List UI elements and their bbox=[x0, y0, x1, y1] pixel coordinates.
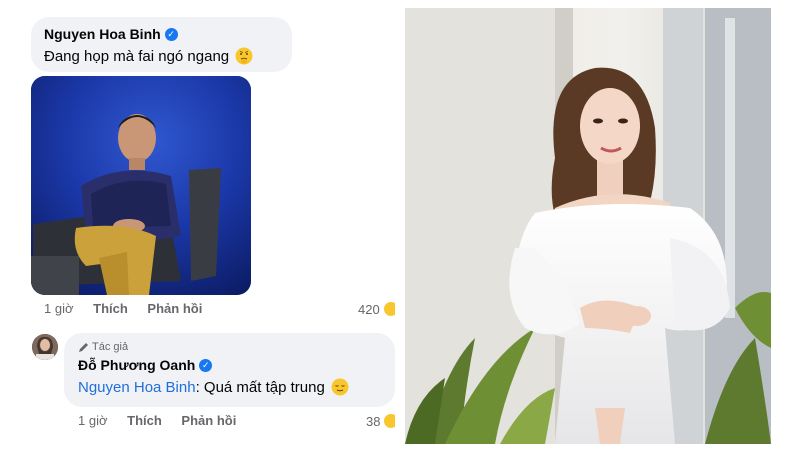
comment-author-name[interactable]: Nguyen Hoa Binh bbox=[44, 26, 161, 42]
reply-actions: 1 giờ Thích Phản hồi bbox=[78, 413, 252, 428]
comment-author[interactable]: Nguyen Hoa Binh ✓ bbox=[44, 26, 178, 42]
like-button[interactable]: Thích bbox=[93, 301, 128, 316]
author-badge-label: Tác giả bbox=[92, 341, 129, 353]
comment-text: Đang họp mà fai ngó ngang bbox=[44, 47, 253, 65]
avatar-image bbox=[32, 334, 58, 360]
reply-like-button[interactable]: Thích bbox=[127, 413, 162, 428]
comment-actions: 1 giờ Thích Phản hồi bbox=[44, 301, 218, 316]
reply-body: : Quá mất tập trung bbox=[195, 378, 325, 396]
comment-bubble: Nguyen Hoa Binh ✓ Đang họp mà fai ngó ng… bbox=[31, 17, 292, 72]
comment-photo[interactable] bbox=[31, 76, 251, 295]
reply-text: Nguyen Hoa Binh: Quá mất tập trung bbox=[78, 378, 349, 396]
reply-reaction-summary[interactable]: 38 bbox=[366, 413, 396, 429]
reaction-emoji-icon bbox=[383, 302, 395, 316]
reply-reply-button[interactable]: Phản hồi bbox=[181, 413, 236, 428]
reaction-emoji-icon bbox=[384, 414, 396, 428]
thinking-emoji-icon bbox=[235, 47, 253, 65]
reply-author-name[interactable]: Đỗ Phương Oanh bbox=[78, 357, 195, 373]
reply-button[interactable]: Phản hồi bbox=[147, 301, 202, 316]
reaction-count: 420 bbox=[358, 301, 380, 317]
comment-body: Đang họp mà fai ngó ngang bbox=[44, 47, 230, 65]
reaction-summary[interactable]: 420 bbox=[358, 301, 395, 317]
pencil-icon bbox=[79, 342, 88, 352]
comment-thread: Nguyen Hoa Binh ✓ Đang họp mà fai ngó ng… bbox=[0, 0, 400, 450]
author-badge: Tác giả bbox=[78, 341, 128, 353]
relieved-emoji-icon bbox=[331, 378, 349, 396]
verified-badge-icon: ✓ bbox=[199, 358, 213, 372]
portrait-woman-white-dress bbox=[405, 8, 771, 444]
mention-link[interactable]: Nguyen Hoa Binh bbox=[78, 379, 196, 396]
reply-time[interactable]: 1 giờ bbox=[78, 413, 108, 428]
portrait-photo bbox=[405, 8, 771, 444]
reply-author[interactable]: Đỗ Phương Oanh ✓ bbox=[78, 357, 213, 373]
verified-badge-icon: ✓ bbox=[164, 27, 178, 41]
avatar[interactable] bbox=[32, 334, 58, 360]
photo-man-in-chair bbox=[31, 76, 251, 295]
comment-time[interactable]: 1 giờ bbox=[44, 301, 74, 316]
reply-reaction-count: 38 bbox=[366, 413, 381, 429]
reply-bubble: Tác giả Đỗ Phương Oanh ✓ Nguyen Hoa Binh… bbox=[64, 333, 395, 407]
